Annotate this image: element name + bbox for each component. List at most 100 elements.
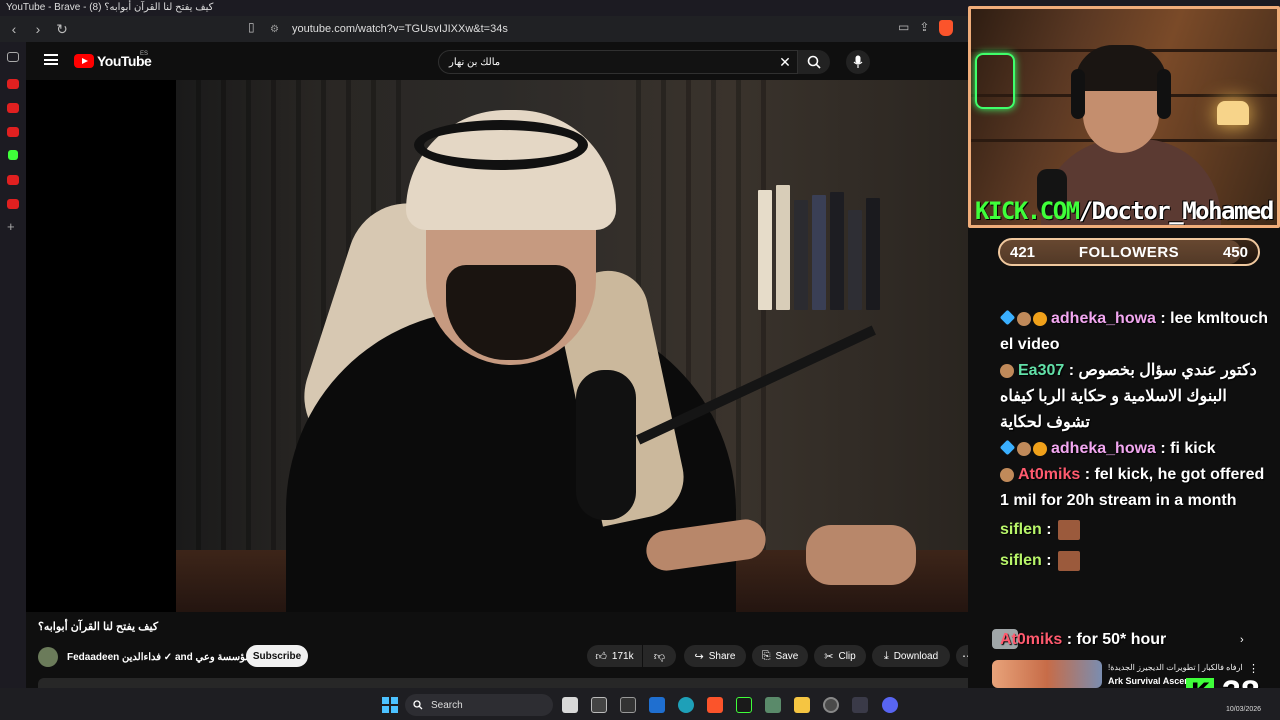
cast-icon[interactable]: ▭ — [898, 20, 909, 36]
url-field[interactable]: ⚙ youtube.com/watch?v=TGUsvIJIXXw&t=34s — [270, 19, 970, 39]
avatar-badge-icon — [1017, 311, 1031, 326]
chat-username: Ea307 — [1018, 362, 1065, 379]
dislike-button[interactable]: 👎︎ — [643, 645, 676, 667]
chrome-icon[interactable] — [823, 697, 839, 713]
clip-button[interactable]: ✂ Clip — [814, 645, 866, 667]
channel-name[interactable]: Fedaadeen فداءالدين ✓ and مؤسسة وعي ✓ — [67, 652, 262, 663]
reload-icon[interactable]: ↻ — [52, 19, 72, 39]
url-text: youtube.com/watch?v=TGUsvIJIXXw&t=34s — [292, 23, 508, 35]
diamond-badge-icon — [999, 309, 1016, 326]
chat-badges — [999, 309, 1047, 326]
chat-message: Ea307 : دكتور عندي سؤال بخصوص البنوك الا… — [1000, 358, 1272, 436]
emote-icon — [1057, 519, 1080, 540]
brave-shields-icon[interactable] — [939, 20, 954, 36]
coin-badge-icon — [1033, 311, 1047, 326]
app-icon[interactable] — [765, 697, 781, 713]
headphones — [1071, 69, 1085, 119]
youtube-sidebar-icon[interactable] — [7, 103, 19, 113]
chat-text: : fi kick — [1160, 440, 1216, 457]
file-icon[interactable] — [562, 697, 578, 713]
apps-grid-icon[interactable] — [852, 697, 868, 713]
chat-message: adheka_howa : lee kmltouch el video — [999, 306, 1272, 358]
chat-message: adheka_howa : fi kick — [999, 436, 1272, 462]
youtube-sidebar-icon[interactable] — [7, 175, 19, 185]
chevron-right-icon[interactable]: › — [1240, 634, 1244, 646]
search-button[interactable] — [798, 50, 830, 74]
thumbs-down-icon: 👎︎ — [653, 650, 666, 663]
avatar[interactable] — [38, 647, 58, 667]
sidebar-toggle-icon[interactable] — [7, 52, 19, 62]
channel-info: Fedaadeen فداءالدين ✓ and مؤسسة وعي ✓ — [38, 645, 262, 669]
voice-search-button[interactable] — [846, 50, 870, 74]
browser-sidebar: + — [0, 42, 26, 688]
avatar-badge-icon — [1000, 467, 1014, 482]
forward-icon[interactable]: › — [28, 19, 48, 39]
recommended-video-channel[interactable]: Ark Survival Ascen — [1108, 676, 1190, 686]
neon-sign — [975, 53, 1015, 109]
chat-message: siflen : — [1000, 545, 1272, 576]
recommended-video-title[interactable]: ارفاه فالكبار | تطويرات الديجيرز الجديدة… — [1108, 663, 1243, 672]
like-count: 171k — [611, 650, 634, 662]
chat-badges — [999, 439, 1047, 456]
chat-text: : — [1046, 521, 1052, 538]
youtube-sidebar-icon[interactable] — [7, 79, 19, 89]
lamp — [1217, 101, 1249, 125]
calendar-icon[interactable] — [591, 697, 607, 713]
avatar-badge-icon — [1000, 363, 1014, 378]
youtube-sidebar-icon[interactable] — [7, 127, 19, 137]
scissors-icon: ✂ — [824, 650, 834, 663]
brave-icon[interactable] — [707, 697, 723, 713]
chat-message: siflen : — [1000, 514, 1272, 545]
edge-icon[interactable] — [678, 697, 694, 713]
kick-app-icon[interactable] — [736, 697, 752, 713]
followers-current: 421 — [1010, 243, 1036, 261]
bookmark-icon: ⎘ — [761, 649, 771, 662]
folder-icon[interactable] — [794, 697, 810, 713]
discord-icon[interactable] — [882, 697, 898, 713]
chat-message: At0miks : for 50* hour — [1000, 627, 1166, 653]
chat-username: At0miks — [1000, 631, 1063, 648]
outlook-icon[interactable] — [649, 697, 665, 713]
followers-goal-bar: 421 FOLLOWERS 450 — [998, 238, 1260, 266]
like-button[interactable]: 👍︎ 171k — [587, 645, 642, 667]
diamond-badge-icon — [999, 439, 1016, 456]
webcam-overlay: KICK.COM/Doctor_Mohamed — [968, 6, 1280, 228]
search-query: مالك بن نهار — [449, 56, 501, 68]
back-icon[interactable]: ‹ — [4, 19, 24, 39]
terminal-icon[interactable] — [620, 697, 636, 713]
share-button[interactable]: ↪ Share — [684, 645, 746, 667]
save-button[interactable]: ⎘ Save — [752, 645, 808, 667]
address-bar-actions: ▭ ⇪ — [898, 20, 954, 36]
avatar-badge-icon — [1017, 441, 1031, 456]
site-info-icon[interactable]: ⚙ — [270, 24, 284, 35]
menu-icon[interactable] — [44, 54, 58, 65]
bookmark-icon[interactable]: ▯ — [248, 20, 255, 34]
windows-start-icon[interactable] — [382, 697, 398, 713]
video-thumbnail[interactable] — [992, 660, 1102, 688]
emote-icon — [1057, 550, 1080, 571]
youtube-play-icon — [74, 54, 94, 68]
podcast-microphone — [576, 370, 636, 520]
country-code: ES — [140, 51, 149, 57]
share-page-icon[interactable]: ⇪ — [919, 20, 929, 36]
chat-text: : — [1046, 552, 1052, 569]
taskbar — [0, 688, 1280, 720]
chat-username: At0miks — [1018, 466, 1081, 483]
subscribe-button[interactable]: Subscribe — [246, 645, 308, 667]
download-button[interactable]: ⤓ Download — [872, 645, 950, 667]
taskbar-search[interactable]: Search — [405, 694, 553, 716]
add-panel-icon[interactable]: + — [7, 220, 19, 233]
chat-text: : for 50* hour — [1066, 631, 1167, 648]
thumbs-up-icon: 👍︎ — [595, 650, 607, 663]
coin-badge-icon — [1033, 441, 1047, 456]
description-box[interactable] — [38, 678, 980, 688]
share-arrow-icon: ↪ — [694, 650, 704, 663]
search-input[interactable]: مالك بن نهار ✕ — [438, 50, 798, 74]
search-icon — [413, 700, 423, 710]
video-player[interactable] — [26, 80, 968, 612]
clear-icon[interactable]: ✕ — [773, 54, 797, 71]
kick-sidebar-icon[interactable] — [8, 150, 18, 160]
youtube-sidebar-icon[interactable] — [7, 199, 19, 209]
search-icon — [807, 55, 821, 69]
stream-chat: adheka_howa : lee kmltouch el video Ea307… — [999, 306, 1272, 576]
